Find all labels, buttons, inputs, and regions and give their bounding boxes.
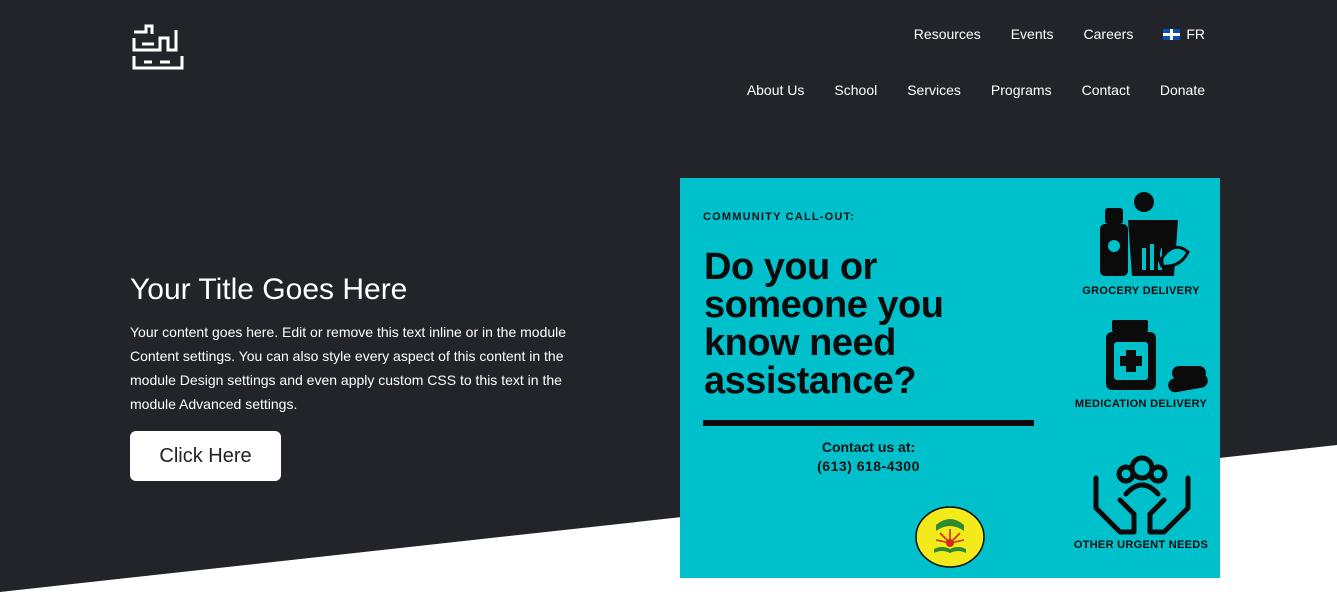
other-urgent-needs-label: OTHER URGENT NEEDS bbox=[1073, 539, 1209, 551]
hero-title: Your Title Goes Here bbox=[130, 273, 408, 306]
nav-programs[interactable]: Programs bbox=[991, 81, 1052, 99]
grocery-bag-icon bbox=[1100, 192, 1190, 276]
hero-text: Your content goes here. Edit or remove t… bbox=[130, 324, 567, 412]
language-switch[interactable]: FR bbox=[1163, 25, 1205, 43]
nav-school[interactable]: School bbox=[834, 81, 877, 99]
nav-careers[interactable]: Careers bbox=[1084, 25, 1134, 43]
nav-contact[interactable]: Contact bbox=[1082, 81, 1130, 99]
helping-hands-icon bbox=[1093, 455, 1191, 535]
poster-headline: Do you or someone you know need assistan… bbox=[704, 246, 944, 402]
medicine-bottle-icon bbox=[1106, 320, 1208, 393]
grocery-delivery-label: GROCERY DELIVERY bbox=[1082, 285, 1200, 297]
quebec-flag-icon bbox=[1163, 28, 1181, 40]
poster-callout: COMMUNITY CALL-OUT: bbox=[703, 211, 856, 223]
utility-nav: Resources Events Careers FR bbox=[914, 25, 1205, 43]
organization-seal-icon bbox=[915, 506, 985, 568]
language-code: FR bbox=[1186, 26, 1205, 42]
poster-contact-label: Contact us at: bbox=[821, 439, 916, 455]
click-here-button[interactable]: Click Here bbox=[130, 431, 281, 481]
poster-divider bbox=[703, 420, 1034, 426]
nav-events[interactable]: Events bbox=[1011, 25, 1054, 43]
medication-delivery-label: MEDICATION DELIVERY bbox=[1074, 398, 1208, 410]
nav-services[interactable]: Services bbox=[907, 81, 961, 99]
nav-donate[interactable]: Donate bbox=[1160, 81, 1205, 99]
hero-content: Your Title Goes Here Your content goes h… bbox=[130, 272, 610, 416]
poster-contact-phone: (613) 618-4300 bbox=[817, 458, 920, 474]
main-nav: About Us School Services Programs Contac… bbox=[747, 81, 1205, 99]
nav-about-us[interactable]: About Us bbox=[747, 81, 805, 99]
site-logo[interactable] bbox=[130, 22, 186, 72]
nav-resources[interactable]: Resources bbox=[914, 25, 981, 43]
community-callout-poster: COMMUNITY CALL-OUT: Do you or someone yo… bbox=[680, 178, 1220, 578]
